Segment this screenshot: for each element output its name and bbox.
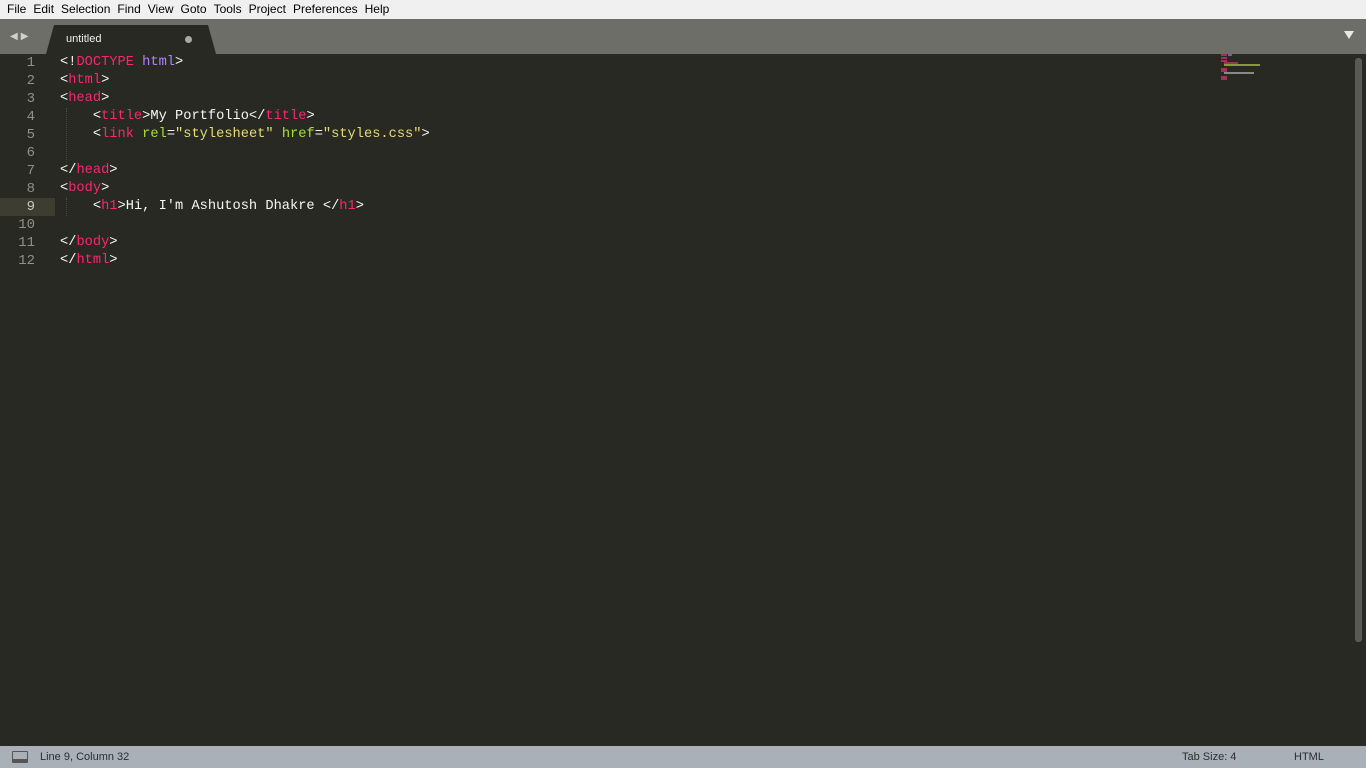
code-token: title	[265, 109, 307, 124]
code-token: >	[109, 235, 118, 250]
line-number: 2	[26, 73, 35, 89]
menu-bar: File Edit Selection Find View Goto Tools Projec…	[0, 0, 1366, 19]
code-line: <body>	[60, 180, 430, 198]
menu-tools[interactable]: Tools	[214, 0, 242, 19]
code-editor[interactable]: 1 2 3 4 5 6 7 8 9 10 11 12 <!DOCTYPE html> <html> <he…	[0, 54, 1366, 746]
tab-untitled[interactable]: untitled	[46, 25, 216, 54]
code-token: >	[175, 55, 184, 70]
tab-bar: ◀▶ untitled	[0, 19, 1366, 54]
unsaved-dot-icon[interactable]	[185, 36, 192, 43]
code-token: body	[68, 181, 102, 196]
code-token: >	[101, 181, 110, 196]
code-token: link	[101, 127, 134, 142]
code-token: >	[109, 253, 118, 268]
line-number: 5	[26, 127, 35, 143]
line-number: 7	[26, 163, 35, 179]
code-token: "stylesheet"	[175, 127, 274, 142]
code-text[interactable]: <!DOCTYPE html> <html> <head> <title>My Po…	[60, 54, 430, 270]
code-token: html	[142, 55, 176, 70]
tab-size-selector[interactable]: Tab Size: 4	[1182, 751, 1236, 763]
line-number-gutter: 1 2 3 4 5 6 7 8 9 10 11 12	[0, 54, 55, 270]
menu-preferences[interactable]: Preferences	[293, 0, 358, 19]
code-token: <	[60, 91, 69, 106]
code-line: <h1>Hi, I'm Ashutosh Dhakre </h1>	[60, 198, 430, 216]
code-token: >	[101, 91, 110, 106]
code-token: >	[101, 73, 110, 88]
line-number: 12	[18, 253, 35, 269]
code-token: head	[76, 163, 110, 178]
menu-file[interactable]: File	[7, 0, 26, 19]
menu-selection[interactable]: Selection	[61, 0, 110, 19]
syntax-selector[interactable]: HTML	[1294, 751, 1324, 763]
code-line: </html>	[60, 252, 430, 270]
code-token: <	[60, 181, 69, 196]
code-line: <head>	[60, 90, 430, 108]
line-number: 8	[26, 181, 35, 197]
code-token: =	[314, 127, 323, 142]
menu-goto[interactable]: Goto	[181, 0, 207, 19]
menu-edit[interactable]: Edit	[33, 0, 54, 19]
code-line: <!DOCTYPE html>	[60, 54, 430, 72]
code-token: title	[101, 109, 143, 124]
vertical-scrollbar[interactable]	[1355, 58, 1362, 642]
code-token: href	[281, 127, 315, 142]
line-number: 11	[18, 235, 35, 251]
tab-list-dropdown-icon[interactable]	[1344, 31, 1354, 39]
tab-title: untitled	[66, 33, 102, 45]
code-token: html	[76, 253, 110, 268]
code-line: </head>	[60, 162, 430, 180]
code-token: "styles.css"	[322, 127, 422, 142]
menu-find[interactable]: Find	[117, 0, 140, 19]
code-token: >Hi, I'm Ashutosh Dhakre </	[117, 199, 340, 214]
code-token: <	[60, 73, 69, 88]
code-token: DOCTYPE	[76, 55, 134, 70]
code-token: html	[68, 73, 102, 88]
code-line: <link rel="stylesheet" href="styles.css"…	[60, 126, 430, 144]
code-token: >	[306, 109, 315, 124]
code-token: <	[60, 109, 102, 124]
code-token: h1	[101, 199, 118, 214]
code-token: <!	[60, 55, 77, 70]
code-line: <html>	[60, 72, 430, 90]
code-token: >	[109, 163, 118, 178]
code-token: >	[355, 199, 364, 214]
line-number: 6	[26, 145, 35, 161]
code-token: =	[166, 127, 176, 142]
line-number: 1	[26, 55, 35, 71]
code-token: >	[421, 127, 430, 142]
code-token: body	[76, 235, 110, 250]
panel-toggle-icon[interactable]	[12, 751, 28, 763]
code-token: head	[68, 91, 102, 106]
code-token: h1	[339, 199, 356, 214]
menu-view[interactable]: View	[148, 0, 174, 19]
line-number: 4	[26, 109, 35, 125]
code-token: <	[60, 127, 102, 142]
code-token: </	[60, 235, 77, 250]
code-token: rel	[142, 127, 167, 142]
menu-help[interactable]: Help	[365, 0, 390, 19]
code-token: <	[60, 199, 102, 214]
line-number: 3	[26, 91, 35, 107]
tab-nav-arrows-icon[interactable]: ◀▶	[10, 31, 31, 42]
cursor-position: Line 9, Column 32	[40, 751, 130, 763]
minimap[interactable]	[1221, 54, 1281, 84]
code-line: <title>My Portfolio</title>	[60, 108, 430, 126]
status-bar: Line 9, Column 32 Tab Size: 4 HTML	[0, 746, 1366, 768]
code-token: >My Portfolio</	[142, 109, 266, 124]
code-token: </	[60, 163, 77, 178]
menu-project[interactable]: Project	[249, 0, 286, 19]
code-line: </body>	[60, 234, 430, 252]
code-token: </	[60, 253, 77, 268]
line-number: 9	[0, 198, 55, 216]
line-number: 10	[18, 217, 35, 233]
